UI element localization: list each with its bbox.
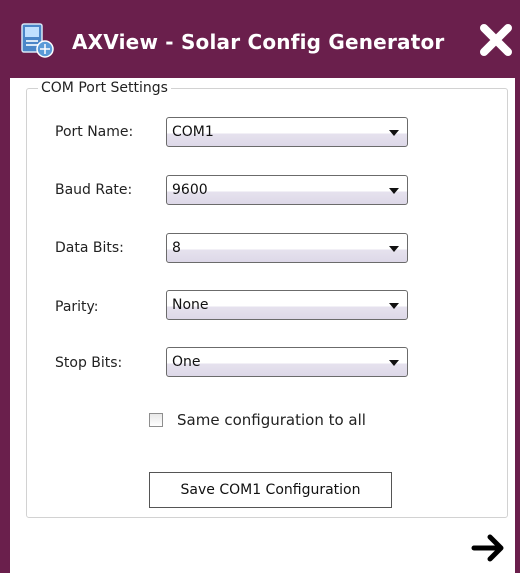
- app-icon: [21, 23, 54, 58]
- app-window: AXView - Solar Config Generator COM Port…: [0, 0, 520, 573]
- data-bits-value: 8: [172, 240, 181, 256]
- stop-bits-select[interactable]: One: [166, 347, 408, 377]
- port-name-select[interactable]: COM1: [166, 117, 408, 147]
- same-config-label[interactable]: Same configuration to all: [177, 411, 366, 429]
- data-bits-select[interactable]: 8: [166, 233, 408, 263]
- save-com-configuration-button[interactable]: Save COM1 Configuration: [149, 472, 392, 508]
- data-bits-label: Data Bits:: [55, 240, 124, 256]
- baud-rate-label: Baud Rate:: [55, 182, 133, 198]
- baud-rate-value: 9600: [172, 182, 208, 198]
- port-name-value: COM1: [172, 124, 214, 140]
- com-port-settings-group: COM Port Settings Port Name: COM1 Baud R…: [26, 80, 508, 518]
- chevron-down-icon: [389, 246, 399, 252]
- window-title: AXView - Solar Config Generator: [72, 30, 445, 54]
- parity-label: Parity:: [55, 299, 99, 315]
- same-config-checkbox[interactable]: [149, 413, 163, 427]
- group-legend: COM Port Settings: [38, 80, 171, 96]
- chevron-down-icon: [389, 188, 399, 194]
- baud-rate-select[interactable]: 9600: [166, 175, 408, 205]
- stop-bits-label: Stop Bits:: [55, 355, 123, 371]
- parity-value: None: [172, 297, 209, 313]
- chevron-down-icon: [389, 130, 399, 136]
- arrow-right-icon[interactable]: [468, 528, 508, 568]
- port-name-label: Port Name:: [55, 124, 134, 140]
- content-panel: COM Port Settings Port Name: COM1 Baud R…: [10, 78, 515, 573]
- chevron-down-icon: [389, 360, 399, 366]
- parity-select[interactable]: None: [166, 290, 408, 320]
- close-icon[interactable]: [476, 20, 516, 60]
- stop-bits-value: One: [172, 354, 201, 370]
- title-bar[interactable]: AXView - Solar Config Generator: [0, 0, 520, 78]
- chevron-down-icon: [389, 303, 399, 309]
